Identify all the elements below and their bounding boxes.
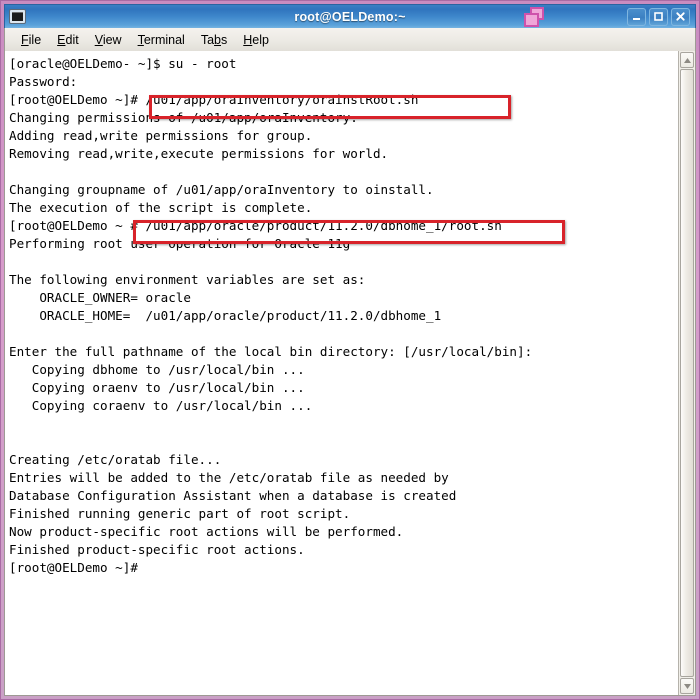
terminal-line: Finished running generic part of root sc… (9, 506, 351, 521)
terminal-line: The execution of the script is complete. (9, 200, 313, 215)
terminal-output: [oracle@OELDemo- ~]$ su - root Password: [… (9, 55, 678, 577)
menu-label-terminal: erminal (143, 32, 185, 47)
terminal-line: Changing groupname of /u01/app/oraInvent… (9, 182, 434, 197)
terminal-line: [root@OELDemo ~]# (9, 560, 138, 575)
scroll-up-button[interactable] (680, 52, 694, 68)
menu-bar: File Edit View Terminal Tabs Help (4, 28, 696, 51)
scroll-down-button[interactable] (680, 678, 694, 694)
terminal-body: [oracle@OELDemo- ~]$ su - root Password: [… (4, 51, 696, 696)
terminal-line: Removing read,write,execute permissions … (9, 146, 389, 161)
terminal-line: Copying coraenv to /usr/local/bin ... (9, 398, 313, 413)
menu-item-edit[interactable]: Edit (49, 31, 87, 49)
terminal-line: Copying dbhome to /usr/local/bin ... (9, 362, 305, 377)
terminal-line: Performing root user operation for Oracl… (9, 236, 351, 251)
terminal-line: Enter the full pathname of the local bin… (9, 344, 533, 359)
menu-label-view: iew (102, 32, 122, 47)
window-controls (627, 7, 690, 26)
menu-label-edit: dit (65, 32, 79, 47)
menu-item-view[interactable]: View (87, 31, 130, 49)
menu-label-tabs: s (221, 32, 228, 47)
terminal-line: Entries will be added to the /etc/oratab… (9, 470, 449, 485)
close-button[interactable] (671, 7, 690, 26)
scrollbar-thumb[interactable] (680, 69, 694, 677)
terminal-icon (9, 9, 26, 24)
terminal-line: ORACLE_HOME= /u01/app/oracle/product/11.… (9, 308, 442, 323)
terminal-line: [root@OELDemo ~ # /u01/app/oracle/produc… (9, 218, 502, 233)
terminal-screen[interactable]: [oracle@OELDemo- ~]$ su - root Password: [… (5, 51, 678, 695)
terminal-line: Changing permissions of /u01/app/oraInve… (9, 110, 358, 125)
menu-item-terminal[interactable]: Terminal (130, 31, 193, 49)
scrollbar-trough[interactable] (680, 69, 694, 677)
terminal-line: Password: (9, 74, 78, 89)
minimize-button[interactable] (627, 7, 646, 26)
terminal-line: Now product-specific root actions will b… (9, 524, 404, 539)
vertical-scrollbar[interactable] (678, 51, 695, 695)
stacked-windows-icon (523, 7, 548, 29)
terminal-line: ORACLE_OWNER= oracle (9, 290, 191, 305)
menu-item-tabs[interactable]: Tabs (193, 31, 235, 49)
terminal-line: Copying oraenv to /usr/local/bin ... (9, 380, 305, 395)
window-title: root@OELDemo:~ (294, 9, 406, 24)
terminal-line: Adding read,write permissions for group. (9, 128, 313, 143)
terminal-line: The following environment variables are … (9, 272, 366, 287)
terminal-window: root@OELDemo:~ File Edit View Terminal T… (0, 0, 700, 700)
terminal-line: [root@OELDemo ~]# /u01/app/oraInventory/… (9, 92, 419, 107)
terminal-line: Database Configuration Assistant when a … (9, 488, 457, 503)
terminal-line: [oracle@OELDemo- ~]$ su - root (9, 56, 237, 71)
menu-label-file: ile (28, 32, 42, 47)
menu-item-help[interactable]: Help (235, 31, 277, 49)
title-bar[interactable]: root@OELDemo:~ (4, 4, 696, 28)
terminal-line: Finished product-specific root actions. (9, 542, 305, 557)
menu-label-help: elp (252, 32, 269, 47)
terminal-line: Creating /etc/oratab file... (9, 452, 222, 467)
maximize-button[interactable] (649, 7, 668, 26)
menu-item-file[interactable]: File (13, 31, 49, 49)
